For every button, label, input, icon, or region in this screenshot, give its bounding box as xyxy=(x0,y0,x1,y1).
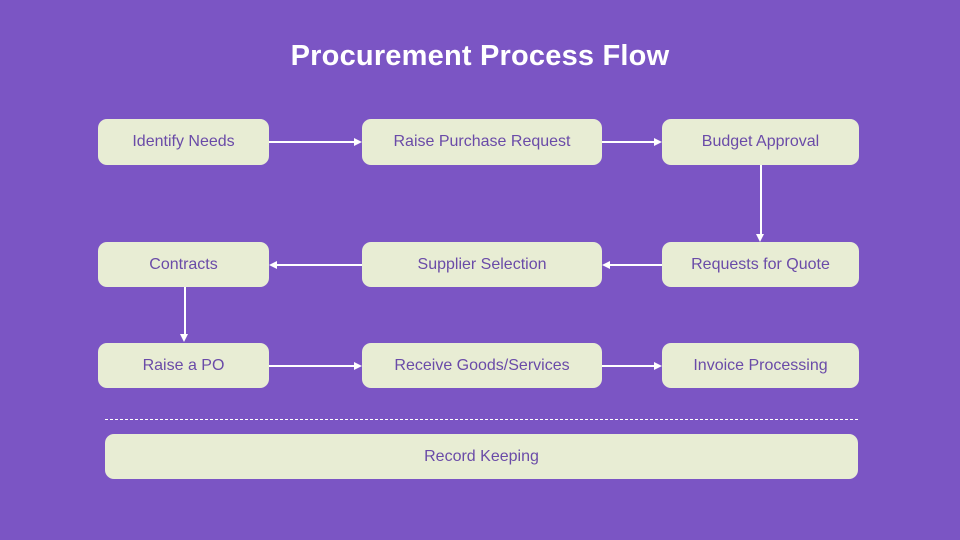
connector-line-receive-goods-to-invoice xyxy=(602,365,654,367)
page-title: Procurement Process Flow xyxy=(290,40,670,72)
process-node-record-keeping[interactable]: Record Keeping xyxy=(105,434,858,479)
arrow-down-icon xyxy=(180,334,189,342)
process-node-contracts[interactable]: Contracts xyxy=(98,242,269,287)
arrow-right-icon xyxy=(354,361,362,370)
connector-line-contracts-to-raise-po xyxy=(184,287,186,335)
dashed-divider xyxy=(105,419,858,420)
connector-line-budget-to-rfq xyxy=(760,165,762,235)
process-node-receive-goods-services[interactable]: Receive Goods/Services xyxy=(362,343,602,388)
connector-line-rfq-to-supplier xyxy=(610,264,662,266)
process-node-invoice-processing[interactable]: Invoice Processing xyxy=(662,343,859,388)
connector-line-identify-to-raise-pr xyxy=(269,141,354,143)
process-node-supplier-selection[interactable]: Supplier Selection xyxy=(362,242,602,287)
arrow-left-icon xyxy=(269,260,277,269)
arrow-right-icon xyxy=(354,137,362,146)
arrow-left-icon xyxy=(602,260,610,269)
process-node-budget-approval[interactable]: Budget Approval xyxy=(662,119,859,165)
arrow-down-icon xyxy=(756,234,765,242)
process-node-identify-needs[interactable]: Identify Needs xyxy=(98,119,269,165)
process-node-raise-a-po[interactable]: Raise a PO xyxy=(98,343,269,388)
process-node-requests-for-quote[interactable]: Requests for Quote xyxy=(662,242,859,287)
diagram-canvas: Procurement Process Flow Identify Needs … xyxy=(0,0,960,540)
arrow-right-icon xyxy=(654,361,662,370)
process-node-raise-purchase-request[interactable]: Raise Purchase Request xyxy=(362,119,602,165)
connector-line-raise-pr-to-budget xyxy=(602,141,654,143)
connector-line-supplier-to-contracts xyxy=(277,264,362,266)
connector-line-raise-po-to-receive-goods xyxy=(269,365,354,367)
arrow-right-icon xyxy=(654,137,662,146)
